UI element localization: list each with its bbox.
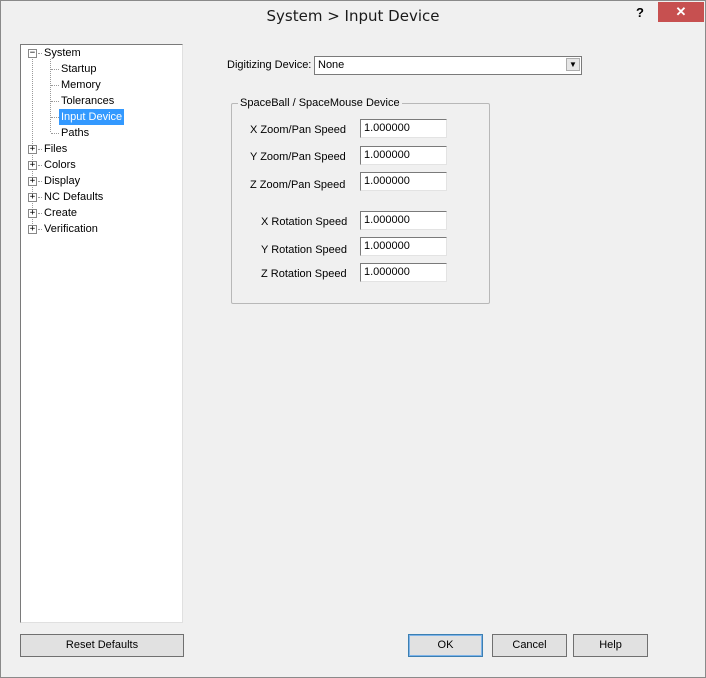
tree-item-label: Colors <box>44 159 76 171</box>
tree-item-paths[interactable]: Paths <box>21 125 181 141</box>
tree-item-label: Memory <box>61 79 101 91</box>
spaceball-group-title: SpaceBall / SpaceMouse Device <box>238 97 402 109</box>
expand-icon[interactable]: + <box>28 209 37 218</box>
tree-item-label: NC Defaults <box>44 191 104 203</box>
reset-defaults-button[interactable]: Reset Defaults <box>20 634 184 657</box>
z-zoom-pan-value: 1.000000 <box>364 175 410 187</box>
dialog-window: System > Input Device ? ✕ − System Start… <box>0 0 706 678</box>
expand-icon[interactable]: + <box>28 193 37 202</box>
x-rotation-value: 1.000000 <box>364 214 410 226</box>
y-rotation-value: 1.000000 <box>364 240 410 252</box>
digitizing-device-select[interactable]: None ▼ <box>314 56 582 75</box>
tree-item-label: Startup <box>61 63 97 75</box>
tree-item-label: Verification <box>44 223 98 235</box>
help-button[interactable]: Help <box>573 634 648 657</box>
collapse-icon[interactable]: − <box>28 49 37 58</box>
z-zoom-pan-input[interactable]: 1.000000 <box>360 172 447 191</box>
ok-button[interactable]: OK <box>408 634 483 657</box>
tree-connector-line <box>51 117 59 118</box>
x-rotation-input[interactable]: 1.000000 <box>360 211 447 230</box>
tree-item-label: Display <box>44 175 81 187</box>
y-rotation-label: Y Rotation Speed <box>261 244 348 256</box>
y-zoom-pan-label: Y Zoom/Pan Speed <box>250 151 346 163</box>
tree-item-input-device[interactable]: Input Device <box>21 109 181 125</box>
tree-item-display[interactable]: + Display <box>21 173 181 189</box>
tree-item-label: Create <box>44 207 78 219</box>
tree-connector-line <box>51 69 59 70</box>
tree-item-create[interactable]: + Create <box>21 205 181 221</box>
z-rotation-value: 1.000000 <box>364 266 410 278</box>
tree-item-startup[interactable]: Startup <box>21 61 181 77</box>
tree-item-files[interactable]: + Files <box>21 141 181 157</box>
tree-item-tolerances[interactable]: Tolerances <box>21 93 181 109</box>
expand-icon[interactable]: + <box>28 145 37 154</box>
tree-item-memory[interactable]: Memory <box>21 77 181 93</box>
y-zoom-pan-value: 1.000000 <box>364 149 410 161</box>
tree-item-system[interactable]: − System <box>21 45 181 61</box>
help-icon[interactable]: ? <box>631 4 649 22</box>
digitizing-device-value: None <box>318 59 345 71</box>
expand-icon[interactable]: + <box>28 161 37 170</box>
expand-icon[interactable]: + <box>28 177 37 186</box>
cancel-button[interactable]: Cancel <box>492 634 567 657</box>
close-button[interactable]: ✕ <box>658 2 704 22</box>
tree-connector-line <box>51 133 59 134</box>
tree-connector-line <box>51 85 59 86</box>
chevron-down-icon[interactable]: ▼ <box>566 58 580 71</box>
tree-item-nc-defaults[interactable]: + NC Defaults <box>21 189 181 205</box>
digitizing-device-label: Digitizing Device: <box>227 59 312 71</box>
tree-item-colors[interactable]: + Colors <box>21 157 181 173</box>
z-rotation-label: Z Rotation Speed <box>261 268 347 280</box>
x-zoom-pan-label: X Zoom/Pan Speed <box>250 124 347 136</box>
z-zoom-pan-label: Z Zoom/Pan Speed <box>250 179 346 191</box>
tree-item-label: Paths <box>61 127 90 139</box>
tree-item-label: Input Device <box>59 109 125 125</box>
y-rotation-input[interactable]: 1.000000 <box>360 237 447 256</box>
options-tree[interactable]: − System Startup Memory Tolerances Input… <box>20 44 183 623</box>
tree-item-label: System <box>44 47 81 59</box>
x-rotation-label: X Rotation Speed <box>261 216 348 228</box>
z-rotation-input[interactable]: 1.000000 <box>360 263 447 282</box>
title-bar: System > Input Device ? ✕ <box>1 1 705 32</box>
expand-icon[interactable]: + <box>28 225 37 234</box>
window-title: System > Input Device <box>266 7 440 25</box>
x-zoom-pan-input[interactable]: 1.000000 <box>360 119 447 138</box>
y-zoom-pan-input[interactable]: 1.000000 <box>360 146 447 165</box>
tree-item-label: Files <box>44 143 68 155</box>
tree-item-label: Tolerances <box>61 95 115 107</box>
x-zoom-pan-value: 1.000000 <box>364 122 410 134</box>
tree-item-verification[interactable]: + Verification <box>21 221 181 237</box>
tree-connector-line <box>51 101 59 102</box>
